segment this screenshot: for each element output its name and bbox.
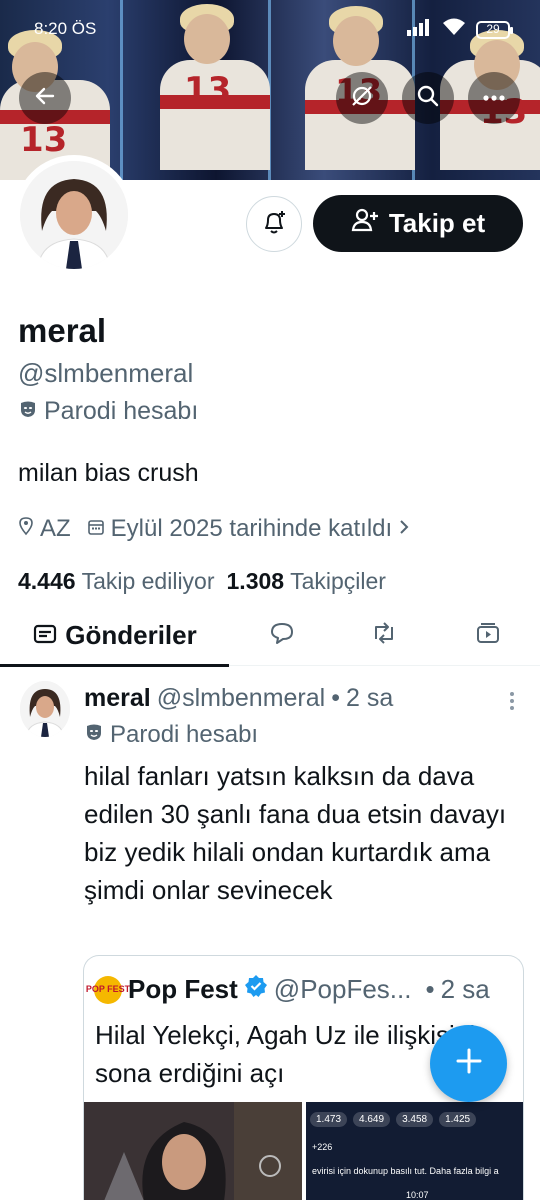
popfest-logo: POP FEST [86, 975, 130, 1004]
grok-icon [349, 83, 375, 114]
following-count[interactable]: 4.446 [18, 568, 76, 595]
follow-stats: 4.446 Takip ediliyor 1.308 Takipçiler [18, 568, 386, 595]
post-parody-label: Parodi hesabı [84, 721, 258, 749]
quoted-post-time: 2 sa [440, 974, 490, 1004]
profile-meta: AZ Eylül 2025 tarihinde katıldı [18, 515, 410, 543]
calendar-icon [87, 515, 105, 543]
avatar-image [20, 161, 128, 269]
status-bar: 8:20 ÖS 29 [0, 0, 540, 60]
quoted-post-header: POP FEST Pop Fest @PopFes... • 2 sa [85, 974, 490, 1005]
reaction-counts: 1.473 4.649 3.458 1.425 [310, 1112, 477, 1127]
theater-mask-icon [84, 721, 104, 749]
post-author-avatar[interactable] [20, 681, 70, 737]
post-text: hilal fanları yatsın kalksın da dava edi… [84, 761, 507, 905]
more-button[interactable] [468, 72, 520, 124]
quoted-image-screenshot[interactable]: 1.473 4.649 3.458 1.425 +226 evirisi içi… [306, 1102, 523, 1200]
grok-button[interactable] [336, 72, 388, 124]
reaction-count: 4.649 [353, 1112, 391, 1127]
bell-plus-icon [260, 208, 288, 241]
extra-count: +226 [312, 1142, 333, 1152]
profile-bio: milan bias crush [18, 459, 199, 487]
compose-button[interactable] [430, 1025, 507, 1102]
followers-count[interactable]: 1.308 [227, 568, 285, 595]
vertical-dots-icon [504, 692, 520, 717]
verified-badge-icon [244, 974, 268, 1005]
signal-icon [406, 18, 432, 41]
wifi-icon [442, 18, 466, 41]
tab-reposts[interactable] [360, 604, 408, 666]
overlay-text: evirisi için dokunup basılı tut. Daha fa… [312, 1166, 499, 1176]
more-dots-icon [482, 89, 506, 107]
repost-icon [370, 621, 398, 650]
chevron-right-icon[interactable] [398, 515, 410, 543]
post-author-handle[interactable]: @slmbenmeral [157, 684, 325, 713]
status-time: 8:20 ÖS [34, 19, 97, 38]
profile-tabs: Gönderiler [0, 604, 540, 667]
parody-label: Parodi hesabı [18, 397, 198, 426]
post-header: meral @slmbenmeral • 2 sa [84, 684, 394, 713]
tab-replies[interactable] [258, 604, 306, 666]
theater-mask-icon [18, 397, 38, 426]
notify-button[interactable] [246, 196, 302, 252]
profile-handle: @slmbenmeral [18, 358, 194, 388]
followers-label[interactable]: Takipçiler [290, 568, 386, 595]
search-icon [416, 84, 440, 113]
profile-location: AZ [40, 515, 71, 542]
back-button[interactable] [19, 72, 71, 124]
reaction-count: 1.473 [310, 1112, 348, 1127]
back-arrow-icon [33, 84, 57, 113]
following-label[interactable]: Takip ediliyor [82, 568, 215, 595]
overlay-time: 10:07 [406, 1190, 429, 1200]
location-icon [18, 515, 34, 543]
post-author-name[interactable]: meral [84, 684, 151, 713]
quoted-image-portrait[interactable] [84, 1102, 302, 1200]
posts-icon [33, 620, 57, 651]
profile-joined[interactable]: Eylül 2025 tarihinde katıldı [111, 515, 393, 543]
quoted-author-handle: @PopFes... [273, 974, 412, 1004]
quoted-author-name: Pop Fest [128, 974, 238, 1004]
tab-posts[interactable]: Gönderiler [0, 604, 230, 667]
reaction-count: 3.458 [396, 1112, 434, 1127]
reply-icon [269, 621, 295, 650]
battery-icon: 29 [476, 20, 513, 39]
reaction-count: 1.425 [439, 1112, 477, 1127]
tab-posts-label: Gönderiler [65, 619, 197, 650]
media-icon [475, 621, 501, 650]
follow-button[interactable]: Takip et [313, 195, 523, 252]
plus-icon [454, 1046, 484, 1081]
profile-avatar[interactable] [14, 155, 134, 275]
search-button[interactable] [402, 72, 454, 124]
follow-button-label: Takip et [388, 208, 486, 238]
add-user-icon [351, 206, 379, 241]
post-more-button[interactable] [504, 689, 520, 713]
post-time[interactable]: 2 sa [346, 684, 393, 713]
profile-name: meral [18, 312, 107, 349]
tab-media[interactable] [464, 604, 512, 666]
